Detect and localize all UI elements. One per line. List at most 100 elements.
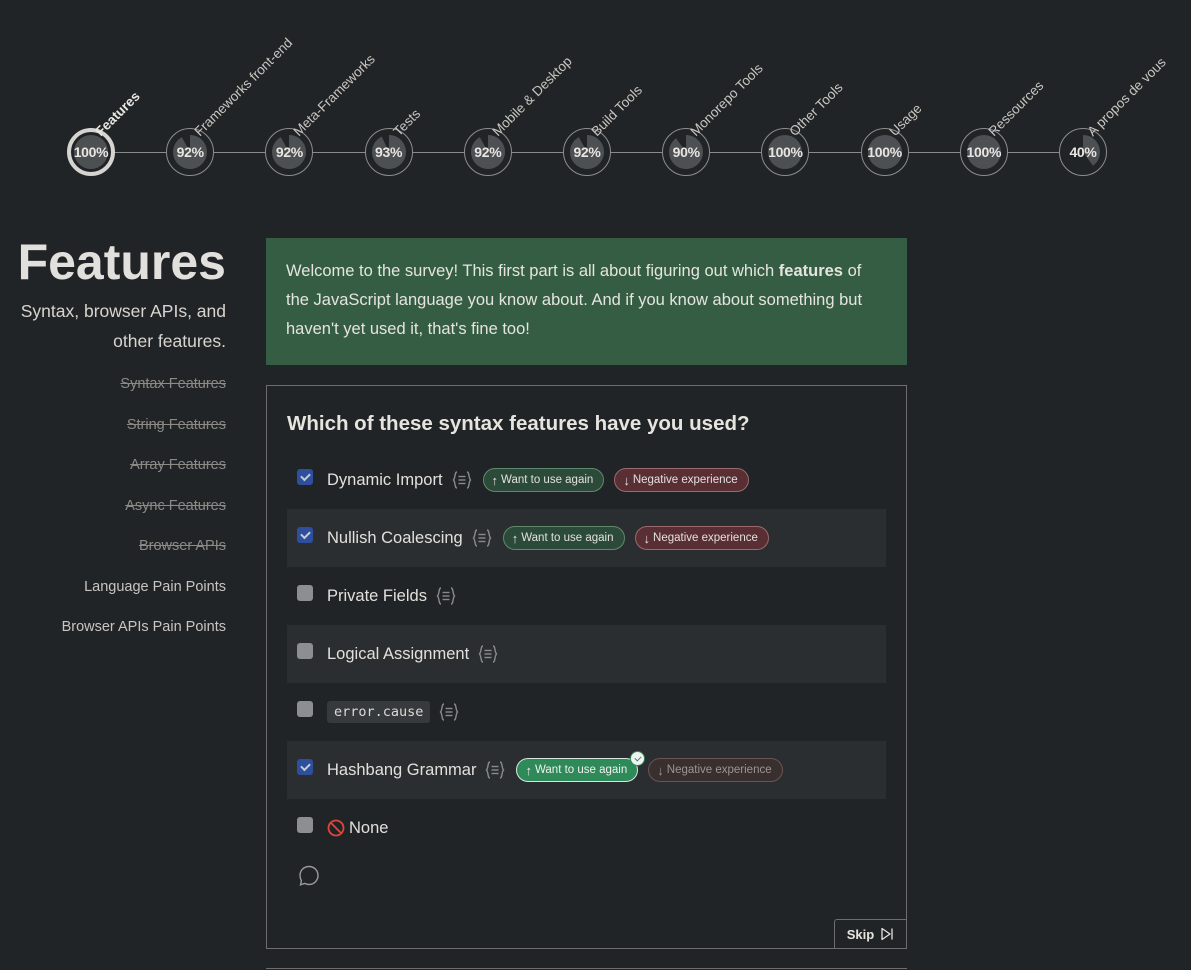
section-subtitle: Syntax, browser APIs, and other features… [20,301,226,351]
arrow-up-icon: ↑ [525,762,532,778]
sidebar-nav-item[interactable]: String Features [0,415,226,435]
option-checkbox[interactable] [297,527,313,543]
want-to-use-again-label: Want to use again [534,764,628,776]
progress-step-percent: 90% [672,144,700,160]
option-label[interactable]: Private Fields [327,587,427,606]
progress-step-percent: 92% [176,144,204,160]
option-label[interactable]: Hashbang Grammar [327,761,476,780]
section-sidebar: Features Syntax, browser APIs, and other… [0,232,226,658]
arrow-down-icon: ↓ [643,530,651,546]
question-title: Which of these syntax features have you … [287,412,750,435]
progress-step[interactable]: 92% Mobile & Desktop [463,54,575,176]
progress-step[interactable]: 100% Ressources [959,78,1046,176]
progress-step[interactable]: 92% Meta-Frameworks [265,51,378,176]
intro-text-before: Welcome to the survey! This first part i… [286,262,779,280]
progress-step[interactable]: 90% Monorepo Tools [662,61,766,176]
want-to-use-again-label: Want to use again [521,532,614,544]
progress-step-label[interactable]: Monorepo Tools [688,61,766,139]
sidebar-nav-item[interactable]: Async Features [0,496,226,516]
option-checkbox[interactable] [297,701,313,717]
skip-button[interactable]: Skip [834,919,906,948]
progress-step-label[interactable]: Build Tools [588,82,645,139]
option-row: Logical Assignment [287,625,886,683]
progress-step[interactable]: 40% A propos de vous [1059,55,1169,176]
progress-nav: 100% Features 92% Frameworks front-end 92% Me… [0,0,1191,200]
option-checkbox[interactable] [297,469,313,485]
option-checkbox[interactable] [297,817,313,833]
options-list: Dynamic Import ↑ Want to use again ↓ Negativ… [287,451,886,857]
negative-experience-label: Negative experience [653,532,758,544]
progress-step-label[interactable]: Frameworks front-end [192,35,296,139]
progress-step[interactable]: 100% Usage [860,101,924,176]
arrow-down-icon: ↓ [623,472,630,488]
intro-message: Welcome to the survey! This first part i… [266,238,907,365]
option-checkbox[interactable] [297,585,313,601]
option-row: Dynamic Import ↑ Want to use again ↓ Negativ… [287,451,886,509]
sidebar-nav-item[interactable]: Browser APIs Pain Points [0,617,226,637]
prohibited-icon [327,819,345,837]
progress-step[interactable]: 100% Other Tools [761,80,846,176]
option-label[interactable]: error.cause [327,701,431,723]
skip-forward-icon [881,927,893,941]
progress-step-label[interactable]: Other Tools [787,80,846,139]
arrow-up-icon: ↑ [491,472,499,488]
arrow-up-icon: ↑ [511,530,519,546]
want-to-use-again-button[interactable]: ↑ Want to use again [482,468,605,492]
arrow-down-icon: ↓ [657,762,664,778]
option-row: error.cause [287,683,886,741]
progress-step-percent: 100% [768,144,803,160]
option-row: Hashbang Grammar ↑ Want to use again ↓ Negat… [287,741,886,799]
progress-step[interactable]: 92% Frameworks front-end [166,35,296,176]
progress-step-percent: 93% [375,144,403,160]
progress-step-percent: 100% [867,144,902,160]
option-row-none: None [287,799,886,857]
code-example-icon[interactable] [477,643,499,665]
option-row: Private Fields [287,567,886,625]
code-example-icon[interactable] [451,469,473,491]
option-label[interactable]: Dynamic Import [327,471,443,490]
option-checkbox[interactable] [297,643,313,659]
skip-label: Skip [846,926,875,942]
progress-step-percent: 40% [1069,144,1097,160]
sidebar-nav-item[interactable]: Browser APIs [0,536,226,556]
progress-step-label[interactable]: A propos de vous [1084,55,1168,139]
option-label[interactable]: Nullish Coalescing [327,529,463,548]
option-label[interactable]: None [349,819,388,838]
progress-step-percent: 92% [573,144,601,160]
progress-step-label[interactable]: Ressources [985,78,1046,139]
negative-experience-button[interactable]: ↓ Negative experience [648,758,783,782]
question-card: Which of these syntax features have you … [266,385,907,949]
section-nav: Syntax Features String Features Array Feat… [0,374,226,637]
progress-step-label[interactable]: Mobile & Desktop [489,54,574,139]
code-example-icon[interactable] [435,585,457,607]
comment-icon[interactable] [297,864,321,888]
intro-text-bold: features [778,262,843,280]
progress-step-percent: 100% [966,144,1002,160]
progress-step[interactable]: 92% Build Tools [563,82,645,176]
negative-experience-button[interactable]: ↓ Negative experience [634,526,769,550]
progress-step-label[interactable]: Features [92,89,142,139]
progress-step-percent: 92% [474,144,502,160]
progress-step-percent: 100% [73,144,109,160]
progress-step-percent: 92% [275,144,303,160]
code-example-icon[interactable] [484,759,506,781]
option-checkbox[interactable] [297,759,313,775]
option-row: Nullish Coalescing ↑ Want to use again ↓ Neg… [287,509,886,567]
want-to-use-again-button[interactable]: ↑ Want to use again [516,751,646,782]
section-title: Features [17,234,226,290]
sidebar-nav-item[interactable]: Syntax Features [0,374,226,394]
negative-experience-label: Negative experience [666,764,772,776]
code-example-icon[interactable] [438,701,460,723]
selected-check-icon [630,751,646,766]
want-to-use-again-label: Want to use again [501,474,594,486]
code-example-icon[interactable] [471,527,493,549]
sidebar-nav-item[interactable]: Language Pain Points [0,577,226,597]
progress-step[interactable]: 93% Tests [364,106,423,176]
option-label[interactable]: Logical Assignment [327,645,469,664]
progress-step[interactable]: 100% Features [67,89,143,176]
progress-step-label[interactable]: Meta-Frameworks [291,51,379,139]
negative-experience-label: Negative experience [632,474,738,486]
want-to-use-again-button[interactable]: ↑ Want to use again [502,526,625,550]
sidebar-nav-item[interactable]: Array Features [0,455,226,475]
negative-experience-button[interactable]: ↓ Negative experience [614,468,749,492]
